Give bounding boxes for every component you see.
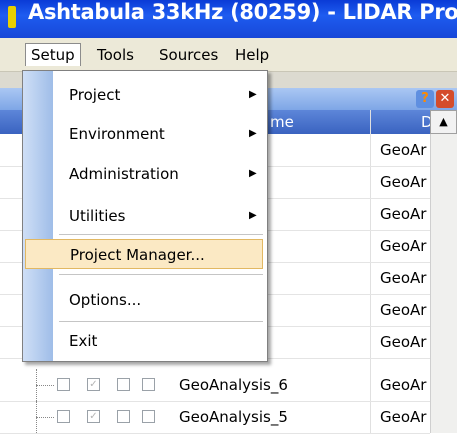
menu-item-options[interactable]: Options... <box>23 281 267 319</box>
row-checkbox[interactable] <box>57 378 70 391</box>
menu-item-label: Environment <box>69 125 165 143</box>
row-checkbox-checked[interactable]: ✓ <box>87 410 100 423</box>
column-header-type[interactable]: D <box>371 110 433 134</box>
row-checkbox[interactable] <box>142 410 155 423</box>
menu-item-label: Options... <box>69 291 142 309</box>
row-type: GeoAr <box>380 333 427 351</box>
submenu-arrow-icon: ▶ <box>249 210 257 221</box>
row-checkbox[interactable] <box>117 410 130 423</box>
app-icon <box>8 6 16 28</box>
menu-separator <box>59 274 263 275</box>
menu-item-exit[interactable]: Exit <box>23 322 267 360</box>
row-type: GeoAr <box>380 237 427 255</box>
panel-buttons: ? ✕ <box>412 90 457 109</box>
row-checkbox[interactable] <box>117 378 130 391</box>
menu-item-project-manager[interactable]: Project Manager... <box>25 239 263 269</box>
row-checkbox[interactable] <box>142 378 155 391</box>
row-type: GeoAr <box>380 408 427 426</box>
menu-help[interactable]: Help <box>230 44 274 66</box>
menu-separator <box>59 234 263 235</box>
menu-setup[interactable]: Setup <box>25 43 81 66</box>
menu-bar: Setup Tools Sources Help <box>0 38 457 72</box>
row-checkbox[interactable] <box>57 410 70 423</box>
menu-item-label: Utilities <box>69 207 126 225</box>
menu-item-label: Project <box>69 86 121 104</box>
row-name: GeoAnalysis_5 <box>179 408 288 426</box>
row-type: GeoAr <box>380 376 427 394</box>
table-row[interactable]: ✓ GeoAnalysis_5 GeoAr <box>0 401 430 434</box>
menu-item-utilities[interactable]: Utilities ▶ <box>23 197 267 235</box>
table-row[interactable]: ✓ GeoAnalysis_6 GeoAr <box>0 369 430 402</box>
row-type: GeoAr <box>380 141 427 159</box>
menu-item-administration[interactable]: Administration ▶ <box>23 155 267 193</box>
menu-item-project[interactable]: Project ▶ <box>23 76 267 114</box>
submenu-arrow-icon: ▶ <box>249 168 257 179</box>
row-type: GeoAr <box>380 173 427 191</box>
window-title: Ashtabula 33kHz (80259) - LIDAR Pro <box>28 0 457 24</box>
setup-menu: Project ▶ Environment ▶ Administration ▶… <box>22 70 268 362</box>
row-type: GeoAr <box>380 205 427 223</box>
row-checkbox-checked[interactable]: ✓ <box>87 378 100 391</box>
menu-item-environment[interactable]: Environment ▶ <box>23 115 267 153</box>
help-icon[interactable]: ? <box>416 90 434 108</box>
menu-tools[interactable]: Tools <box>92 44 139 66</box>
submenu-arrow-icon: ▶ <box>249 89 257 100</box>
close-icon[interactable]: ✕ <box>436 90 454 108</box>
row-name: GeoAnalysis_6 <box>179 376 288 394</box>
submenu-arrow-icon: ▶ <box>249 128 257 139</box>
tree-branch <box>36 385 54 386</box>
row-type: GeoAr <box>380 301 427 319</box>
title-bar: Ashtabula 33kHz (80259) - LIDAR Pro <box>0 0 457 38</box>
menu-item-label: Project Manager... <box>70 246 205 264</box>
menu-sources[interactable]: Sources <box>154 44 223 66</box>
column-header-name-label: me <box>270 113 294 131</box>
menu-item-label: Exit <box>69 332 98 350</box>
scroll-up-button[interactable]: ▲ <box>430 110 457 134</box>
tree-branch <box>36 417 54 418</box>
vertical-scrollbar[interactable] <box>430 134 457 433</box>
row-type: GeoAr <box>380 269 427 287</box>
menu-item-label: Administration <box>69 165 179 183</box>
